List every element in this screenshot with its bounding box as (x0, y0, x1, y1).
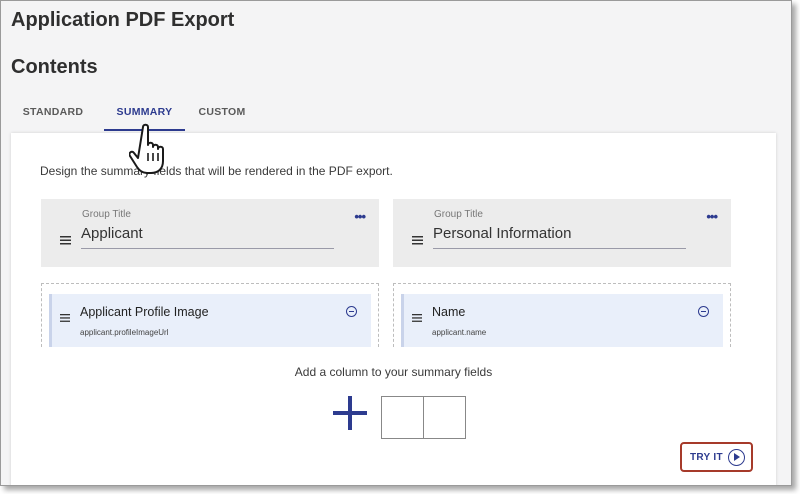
field-path: applicant.name (432, 328, 487, 337)
field-path: applicant.profileImageUrl (80, 328, 169, 337)
more-options-icon[interactable]: ••• (706, 209, 718, 224)
more-options-icon[interactable]: ••• (354, 209, 366, 224)
drag-handle-icon[interactable] (60, 232, 71, 250)
try-it-button[interactable]: TRY IT (680, 442, 753, 472)
section-title: Contents (11, 56, 98, 78)
column-divider (423, 397, 424, 438)
summary-field[interactable]: Applicant Profile Image applicant.profil… (49, 294, 371, 347)
column-layout-preview[interactable] (381, 396, 466, 439)
play-circle-icon (728, 449, 745, 466)
group-header-personal-information: Group Title Personal Information ••• (393, 199, 731, 267)
try-it-label: TRY IT (690, 452, 723, 463)
hand-pointer-icon (128, 123, 175, 180)
field-name: Applicant Profile Image (80, 305, 209, 319)
app-window: Application PDF Export Contents STANDARD… (0, 0, 792, 486)
page-title: Application PDF Export (11, 9, 235, 31)
summary-field[interactable]: Name applicant.name (401, 294, 723, 347)
drag-handle-icon[interactable] (60, 309, 70, 327)
remove-field-icon[interactable] (698, 306, 709, 317)
drag-handle-icon[interactable] (412, 309, 422, 327)
summary-column: Name applicant.name (393, 283, 731, 347)
drag-handle-icon[interactable] (412, 232, 423, 250)
tab-custom[interactable]: CUSTOM (194, 95, 250, 131)
group-title-label: Group Title (82, 209, 131, 220)
group-title-input[interactable]: Applicant (81, 224, 334, 249)
summary-description: Design the summary fields that will be r… (40, 164, 393, 178)
add-column-text: Add a column to your summary fields (294, 365, 493, 379)
summary-column: Applicant Profile Image applicant.profil… (41, 283, 379, 347)
add-column-plus-icon[interactable] (333, 396, 367, 430)
group-title-label: Group Title (434, 209, 483, 220)
summary-panel: Design the summary fields that will be r… (11, 133, 776, 485)
tab-standard[interactable]: STANDARD (11, 95, 95, 131)
remove-field-icon[interactable] (346, 306, 357, 317)
group-header-applicant: Group Title Applicant ••• (41, 199, 379, 267)
tab-bar: STANDARD SUMMARY CUSTOM (11, 95, 245, 133)
field-name: Name (432, 305, 466, 319)
group-title-input[interactable]: Personal Information (433, 224, 686, 249)
